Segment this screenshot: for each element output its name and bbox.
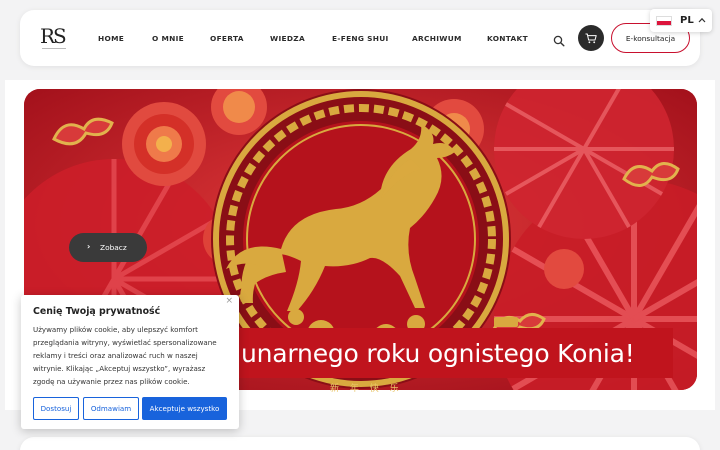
- cookie-text-line: zgodę na używanie przez nas plików cooki…: [33, 377, 190, 386]
- nav-o-mnie[interactable]: O MNIE: [152, 34, 184, 43]
- nav-wiedza[interactable]: WIEDZA: [270, 34, 305, 43]
- chevron-up-icon: [698, 16, 706, 25]
- nav-e-feng-shui[interactable]: E-FENG SHUI: [332, 34, 389, 43]
- logo-text: RS: [40, 24, 67, 48]
- nav-kontakt[interactable]: KONTAKT: [487, 34, 528, 43]
- chinese-greeting: 新 年 快 乐: [330, 384, 403, 394]
- cookie-description: Używamy plików cookie, aby ulepszyć komf…: [33, 323, 233, 388]
- cookie-title: Cenię Twoją prywatność: [33, 306, 161, 317]
- hero-caption-text: unarnego roku ognistego Konia!: [241, 338, 635, 368]
- site-logo[interactable]: RS: [40, 26, 68, 52]
- cart-icon: [585, 29, 597, 48]
- language-code: PL: [680, 15, 694, 26]
- hero-caption: unarnego roku ognistego Konia!: [237, 328, 673, 378]
- chevron-right-icon: ›: [87, 242, 91, 251]
- zobacz-label: Zobacz: [100, 243, 127, 252]
- logo-underline: [42, 48, 66, 50]
- cookie-text-line: Używamy plików cookie, aby ulepszyć komf…: [33, 325, 198, 334]
- close-icon[interactable]: ×: [225, 296, 233, 306]
- nav-oferta[interactable]: OFERTA: [210, 34, 244, 43]
- search-icon[interactable]: [553, 32, 565, 47]
- poland-flag-icon: [656, 15, 672, 26]
- zobacz-button[interactable]: › Zobacz: [69, 233, 147, 262]
- cart-button[interactable]: [578, 25, 604, 51]
- cookie-text-line: przeglądania witryny, wyświetlać sperson…: [33, 338, 217, 347]
- next-section-card: [20, 437, 700, 450]
- customize-button[interactable]: Dostosuj: [33, 397, 79, 420]
- cookie-text-line: witrynie. Klikając „Akceptuj wszystko”, …: [33, 364, 206, 373]
- nav-home[interactable]: HOME: [98, 34, 124, 43]
- language-switcher[interactable]: PL: [650, 9, 712, 32]
- nav-archiwum[interactable]: ARCHIWUM: [412, 34, 462, 43]
- accept-all-button[interactable]: Akceptuje wszystko: [142, 397, 227, 420]
- reject-button[interactable]: Odmawiam: [83, 397, 139, 420]
- cookie-consent-dialog: × Cenię Twoją prywatność Używamy plików …: [21, 295, 239, 429]
- cookie-text-line: reklamy i treści oraz analizować ruch w …: [33, 351, 198, 360]
- site-header: RS HOME O MNIE OFERTA WIEDZA E-FENG SHUI…: [20, 10, 700, 66]
